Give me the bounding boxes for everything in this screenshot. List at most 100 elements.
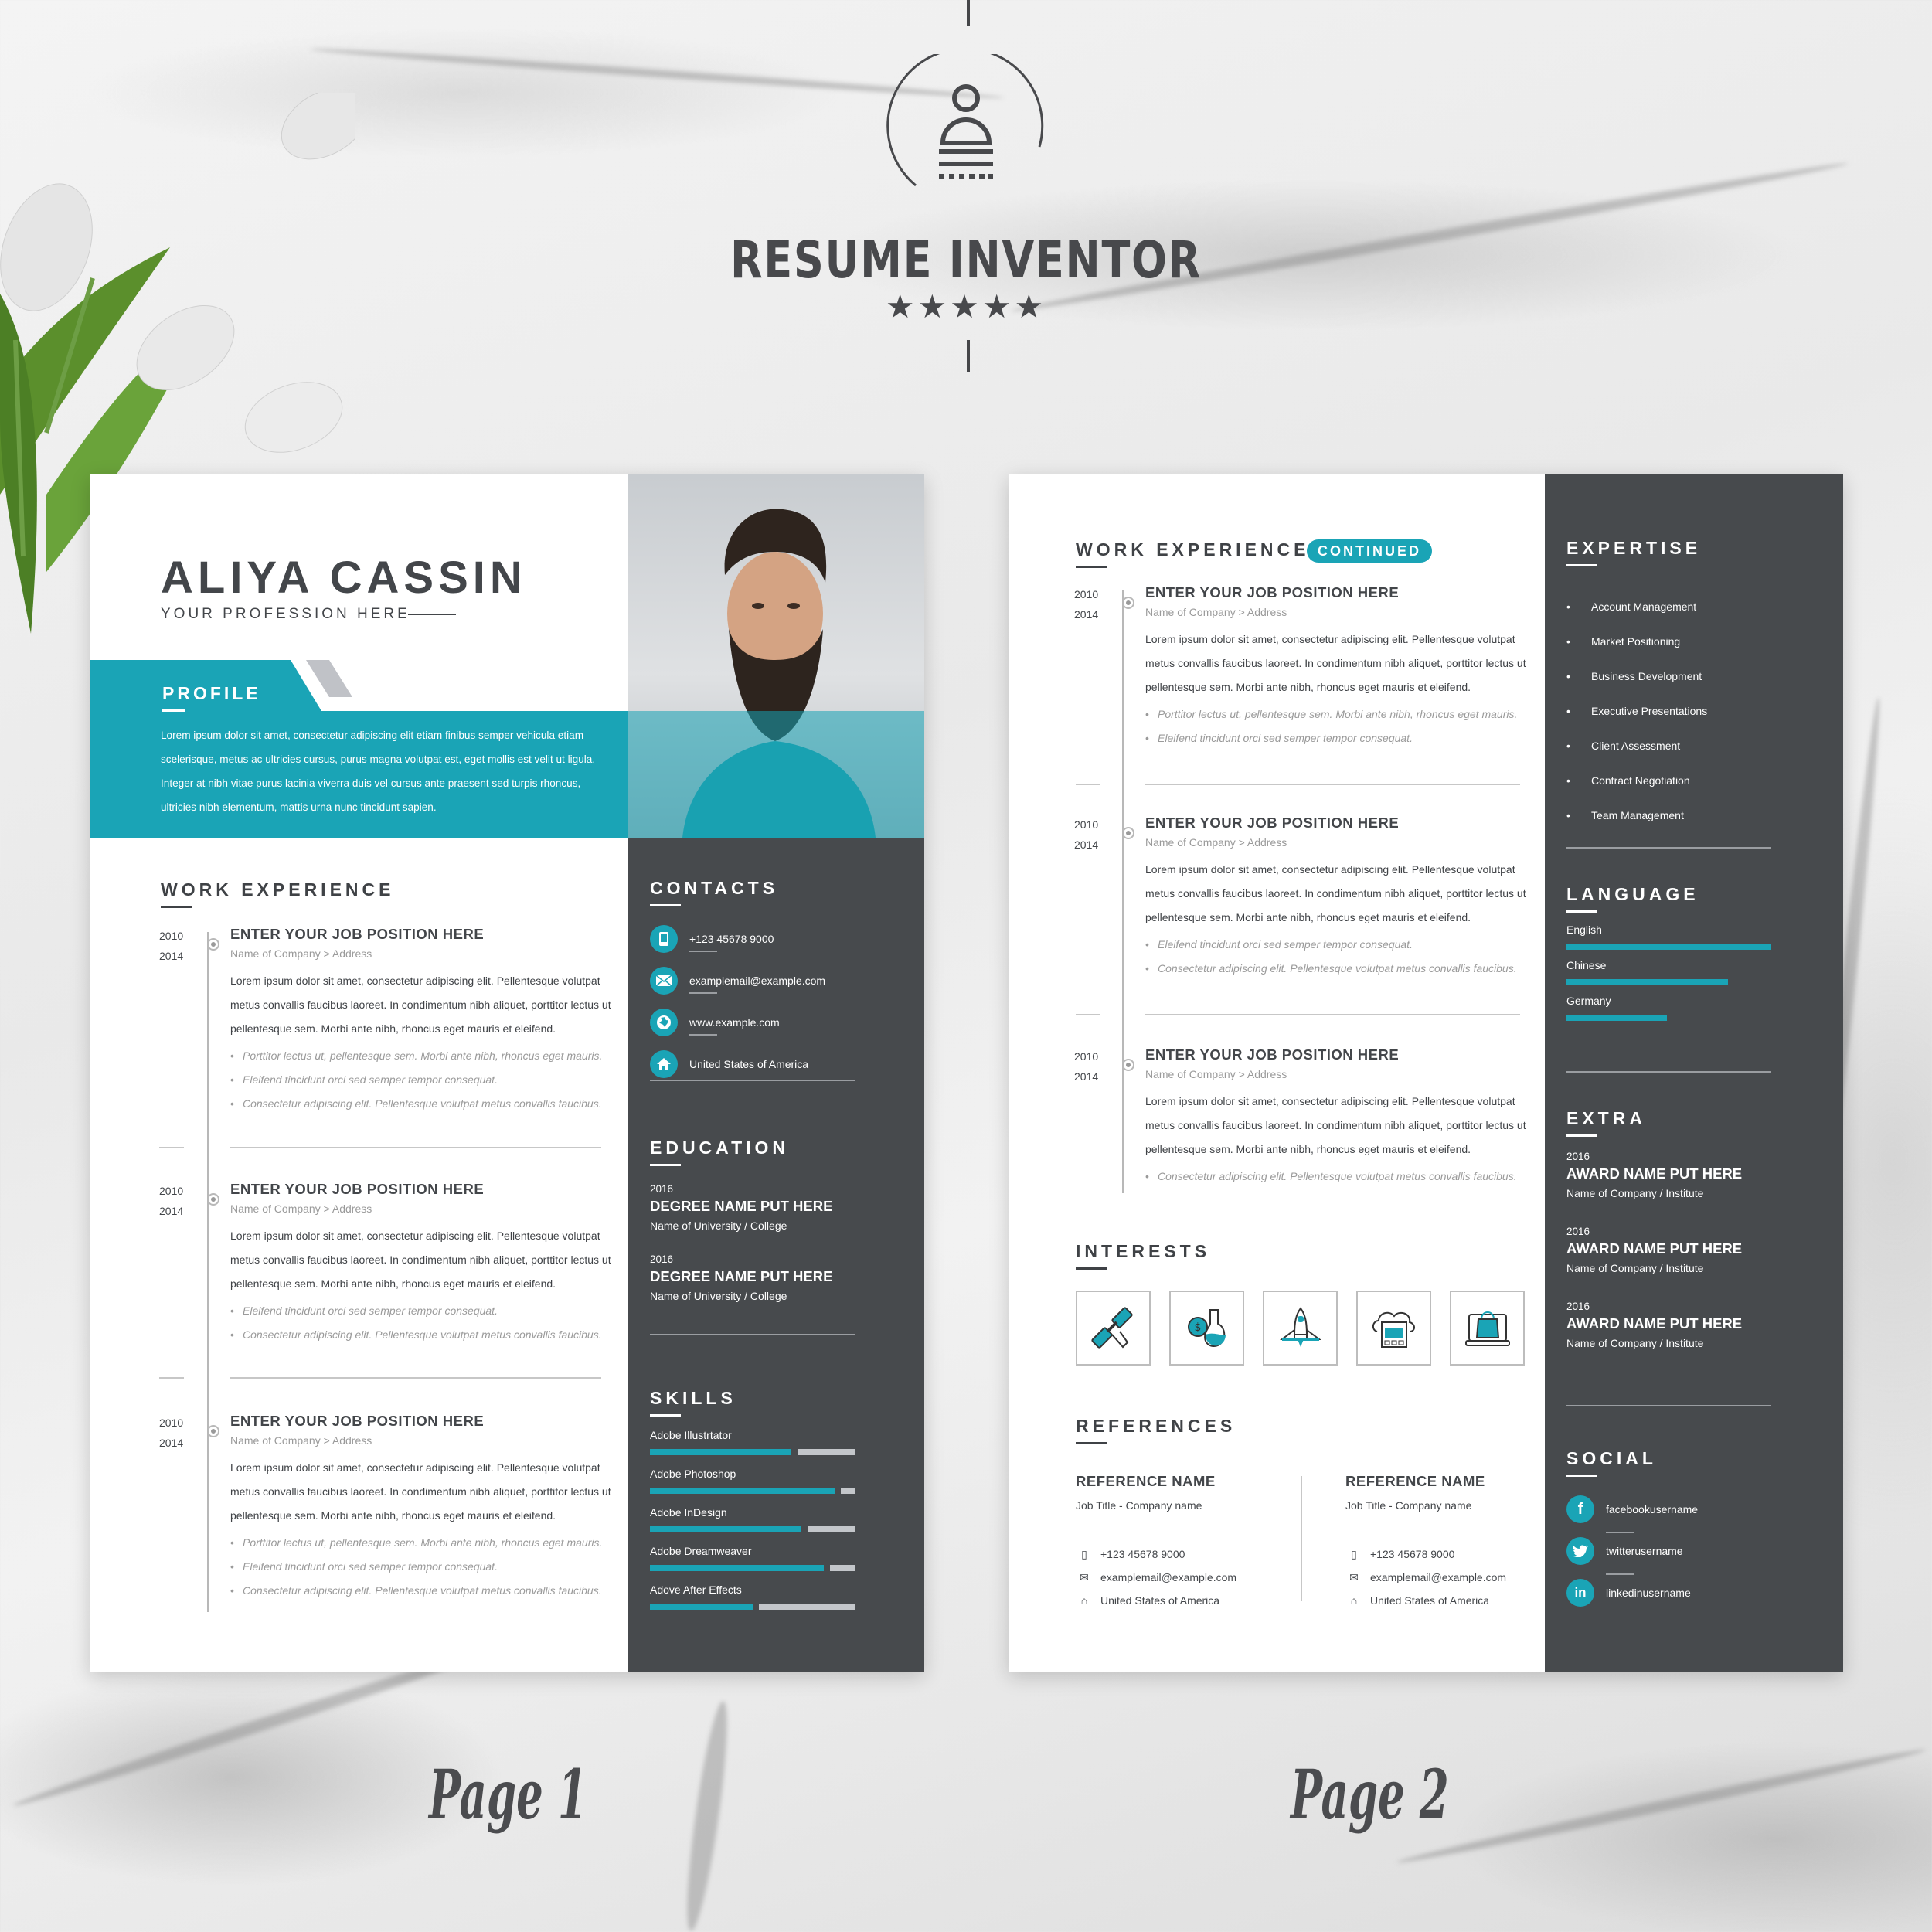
job-company: Name of Company > Address (1145, 836, 1287, 849)
extra-org: Name of Company / Institute (1566, 1337, 1704, 1349)
extra-title: EXTRA (1566, 1108, 1771, 1137)
expertise-item: Contract Negotiation (1566, 764, 1771, 798)
education-title: EDUCATION (650, 1138, 855, 1166)
brand-logo (885, 47, 1047, 216)
contact-text: +123 45678 9000 (689, 933, 774, 945)
resume-page-1: ALIYA CASSIN YOUR PROFESSION HERE PROFIL… (90, 474, 924, 1672)
job-description: Lorem ipsum dolor sit amet, consectetur … (1145, 633, 1526, 693)
brand-name: RESUME INVENTOR (730, 230, 1202, 290)
education-degree: DEGREE NAME PUT HERE (650, 1268, 833, 1284)
social-section: SOCIAL f facebookusername twitterusernam… (1566, 1448, 1771, 1621)
reference-divider (1301, 1476, 1302, 1601)
section-divider (1566, 847, 1771, 849)
interest-cloud-web (1356, 1291, 1431, 1366)
contact-email[interactable]: examplemail@example.com (650, 967, 855, 995)
job-description: Lorem ipsum dolor sit amet, consectetur … (1145, 1095, 1526, 1155)
job-entry: 2010 2014 ENTER YOUR JOB POSITION HERE Na… (159, 1181, 632, 1347)
timeline-dot (207, 938, 219, 951)
education-item: 2016 DEGREE NAME PUT HERE Name of Univer… (650, 1183, 855, 1232)
interest-finance-science: $ (1169, 1291, 1244, 1366)
page-label-1: Page 1 (429, 1754, 587, 1835)
timeline-line (207, 932, 209, 1612)
skills-list: Adobe Illustrtator Adobe Photoshop Adobe I… (650, 1429, 855, 1610)
social-username: linkedinusername (1606, 1587, 1691, 1599)
job-years: 2010 2014 (1074, 588, 1099, 621)
job-bullets: Porttitor lectus ut, pellentesque sem. M… (1145, 702, 1547, 750)
reference-email[interactable]: ✉ examplemail@example.com (1345, 1566, 1577, 1589)
reference-title: Job Title - Company name (1345, 1499, 1472, 1512)
references-title: REFERENCES (1076, 1416, 1236, 1444)
job-bullet: Eleifend tincidunt orci sed semper tempo… (230, 1555, 632, 1579)
job-divider (230, 1377, 601, 1379)
photo-teal-overlay (628, 711, 924, 838)
extra-item: 2016 AWARD NAME PUT HERE Name of Company… (1566, 1301, 1771, 1349)
continued-badge: CONTINUED (1307, 539, 1432, 563)
marble-vein (679, 1699, 735, 1932)
job-divider (1145, 1014, 1520, 1015)
education-item: 2016 DEGREE NAME PUT HERE Name of Univer… (650, 1253, 855, 1302)
phone-icon: ▯ (1081, 1547, 1087, 1560)
language-section: LANGUAGE English Chinese Germany (1566, 884, 1771, 1021)
job-position: ENTER YOUR JOB POSITION HERE (1145, 1046, 1400, 1063)
expertise-item: Executive Presentations (1566, 694, 1771, 729)
social-title: SOCIAL (1566, 1448, 1771, 1477)
social-separator (1606, 1573, 1634, 1575)
job-bullet: Eleifend tincidunt orci sed semper tempo… (1145, 933, 1547, 957)
phone-icon: ▯ (1351, 1547, 1357, 1560)
section-divider (650, 1334, 855, 1335)
extra-award: AWARD NAME PUT HERE (1566, 1315, 1743, 1332)
skills-section: SKILLS Adobe Illustrtator Adobe Photoshop… (650, 1388, 855, 1610)
extra-year: 2016 (1566, 1301, 1590, 1312)
expertise-section: EXPERTISE Account ManagementMarket Posit… (1566, 538, 1771, 833)
profile-text: Lorem ipsum dolor sit amet, consectetur … (161, 730, 596, 813)
fitness-dumbbell-icon (1090, 1306, 1133, 1349)
job-divider (1145, 784, 1520, 785)
interest-shopping (1450, 1291, 1525, 1366)
contact-phone[interactable]: +123 45678 9000 (650, 925, 855, 953)
skill-level-fill (650, 1526, 802, 1532)
resume-page-2: WORK EXPERIENCE CONTINUED 2010 2014 ENTER… (1009, 474, 1843, 1672)
reference-email[interactable]: ✉ examplemail@example.com (1076, 1566, 1308, 1589)
job-entry: 2010 2014 ENTER YOUR JOB POSITION HERE Na… (159, 926, 632, 1116)
job-bullet: Consectetur adipiscing elit. Pellentesqu… (230, 1323, 632, 1347)
timeline-dot (207, 1193, 219, 1206)
job-bullet: Consectetur adipiscing elit. Pellentesqu… (230, 1579, 632, 1603)
job-years: 2010 2014 (1074, 1050, 1099, 1083)
brand-bottom-line (967, 340, 970, 372)
marble-vein (1396, 1744, 1927, 1868)
reference-phone[interactable]: ▯ +123 45678 9000 (1076, 1543, 1308, 1566)
profile-accent-shape (306, 660, 352, 697)
language-list: English Chinese Germany (1566, 923, 1771, 1021)
extra-award: AWARD NAME PUT HERE (1566, 1240, 1743, 1257)
contact-separator (689, 992, 717, 994)
cloud-web-icon (1372, 1311, 1415, 1348)
extra-org: Name of Company / Institute (1566, 1262, 1704, 1274)
job-bullet: Eleifend tincidunt orci sed semper tempo… (1145, 726, 1547, 750)
skill-level-bar (650, 1565, 855, 1571)
language-name: English (1566, 923, 1602, 936)
extra-item: 2016 AWARD NAME PUT HERE Name of Company… (1566, 1151, 1771, 1199)
language-item: Chinese (1566, 959, 1771, 985)
skill-level-fill (650, 1565, 825, 1571)
job-years: 2010 2014 (159, 1417, 184, 1449)
skill-level-remaining (840, 1488, 855, 1494)
reference-phone[interactable]: ▯ +123 45678 9000 (1345, 1543, 1577, 1566)
job-description: Lorem ipsum dolor sit amet, consectetur … (230, 1230, 611, 1290)
interests-title: INTERESTS (1076, 1241, 1210, 1270)
svg-text:$: $ (1194, 1321, 1201, 1334)
job-company: Name of Company > Address (1145, 606, 1287, 618)
skill-level-bar (650, 1488, 855, 1494)
sidebar: CONTACTS +123 45678 9000 examplemail@exa… (628, 838, 924, 1672)
education-year: 2016 (650, 1253, 674, 1265)
reference-address: ⌂ United States of America (1345, 1589, 1577, 1612)
language-level-bar (1566, 979, 1729, 985)
contact-website[interactable]: www.example.com (650, 1009, 855, 1036)
linkedin-icon: in (1566, 1579, 1594, 1607)
skill-level-bar (650, 1449, 855, 1455)
social-username: facebookusername (1606, 1503, 1699, 1515)
contact-text: United States of America (689, 1058, 809, 1070)
social-facebook[interactable]: f facebookusername (1566, 1495, 1771, 1523)
job-bullet: Eleifend tincidunt orci sed semper tempo… (230, 1299, 632, 1323)
social-twitter[interactable]: twitterusername (1566, 1537, 1771, 1565)
social-linkedin[interactable]: in linkedinusername (1566, 1579, 1771, 1607)
